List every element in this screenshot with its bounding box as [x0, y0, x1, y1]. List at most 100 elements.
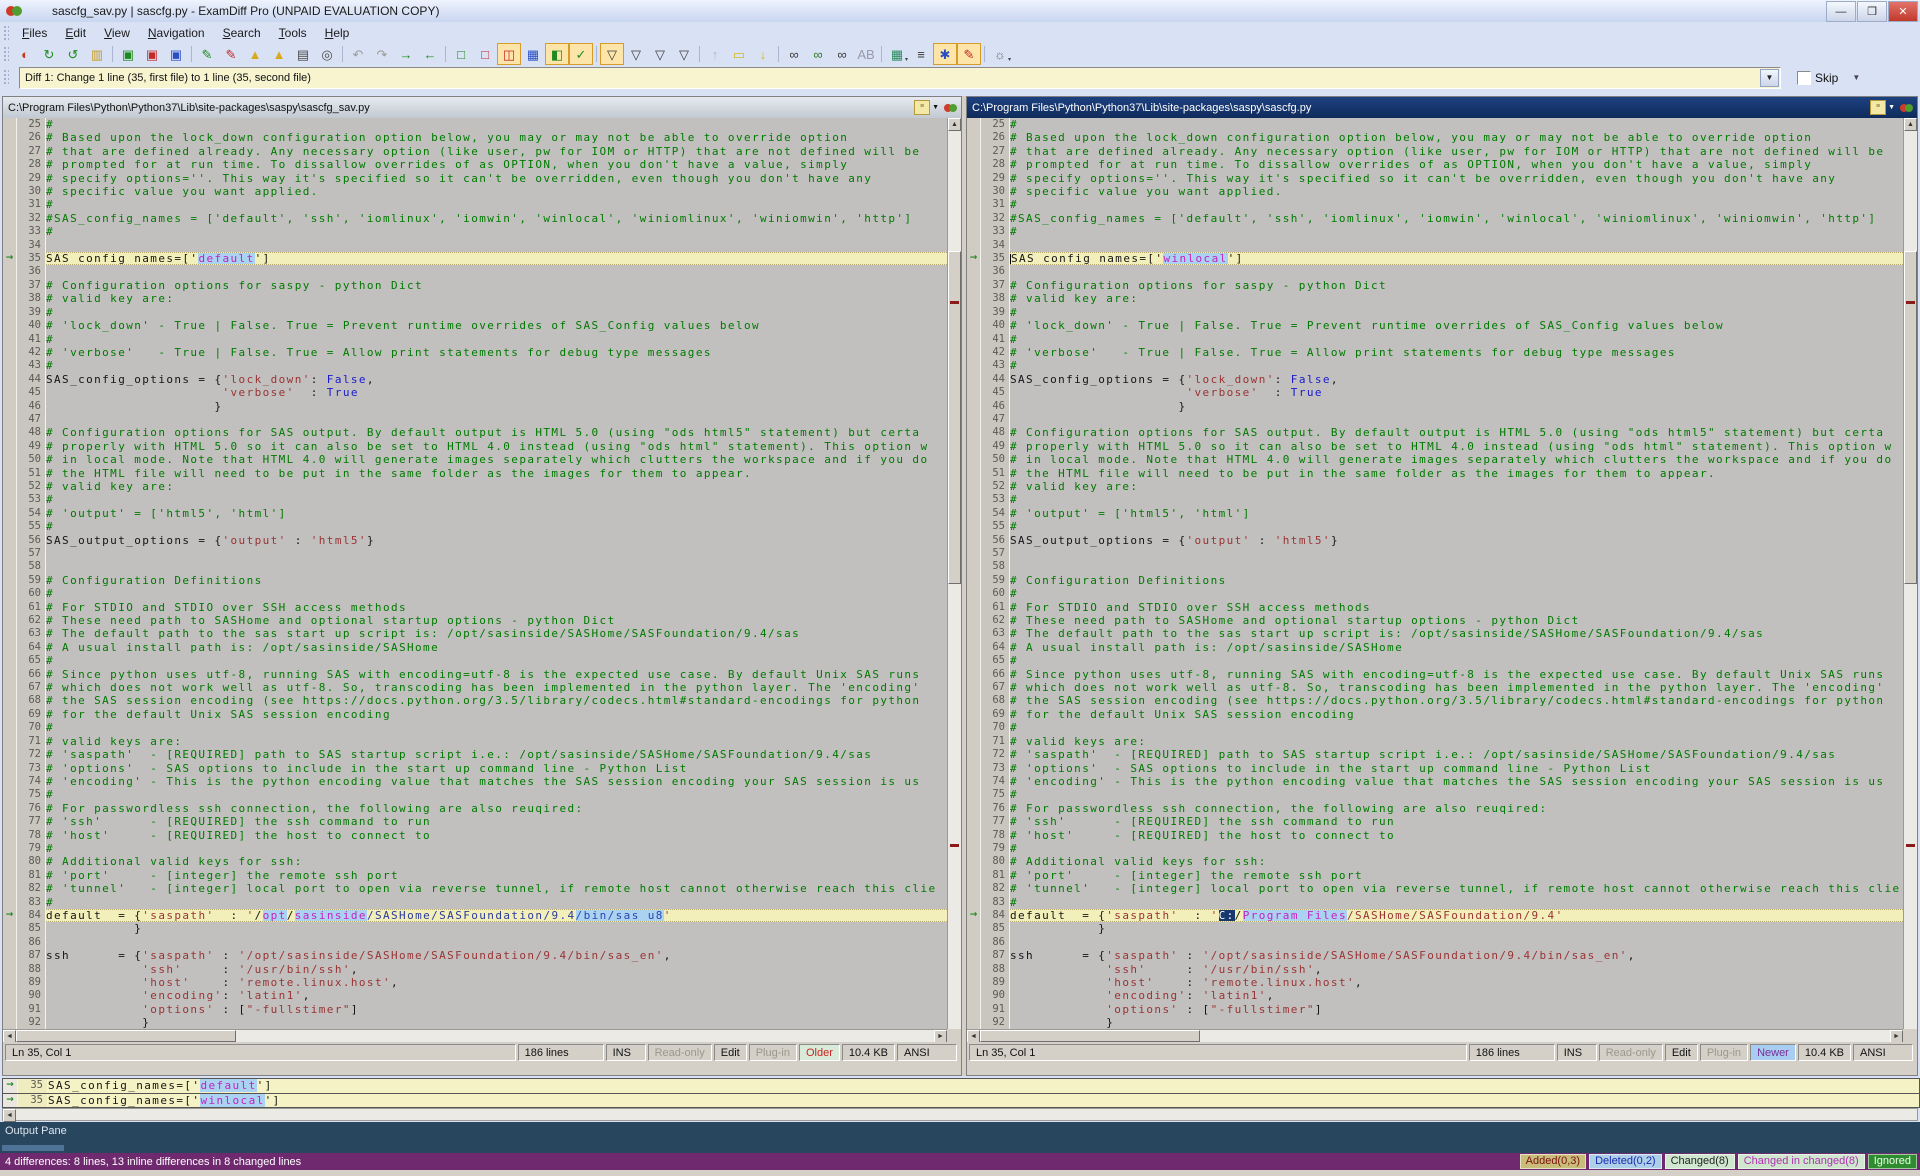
- whitespace-options-icon[interactable]: ≡: [909, 43, 933, 65]
- show-grid-icon[interactable]: ▦: [521, 43, 545, 65]
- code-line-28: 28# prompted for at run time. To dissall…: [967, 158, 1903, 171]
- line-number: 55: [981, 520, 1010, 533]
- line-text: # 'options' - SAS options to include in …: [1010, 762, 1903, 775]
- undo-icon[interactable]: ↶: [346, 43, 370, 65]
- minimize-button[interactable]: —: [1826, 1, 1856, 22]
- code-line-73: 73# 'options' - SAS options to include i…: [967, 762, 1903, 775]
- gutter: [3, 560, 17, 573]
- edit-second-icon[interactable]: ✎: [219, 43, 243, 65]
- plugins-icon[interactable]: ✱: [933, 43, 957, 65]
- current-diff-row-first[interactable]: →35SAS_config_names=['default']: [3, 1079, 1919, 1094]
- line-number: 29: [17, 172, 46, 185]
- first-file-hscroll-thumb[interactable]: [16, 1030, 236, 1042]
- menu-search[interactable]: Search: [214, 24, 270, 42]
- recompare-icon[interactable]: ↻: [37, 43, 61, 65]
- diff-combobox[interactable]: Diff 1: Change 1 line (35, first file) t…: [19, 67, 1781, 89]
- filter-added-icon[interactable]: ▽: [624, 43, 648, 65]
- print-icon[interactable]: ▤: [291, 43, 315, 65]
- save-first-icon[interactable]: ▣: [116, 43, 140, 65]
- line-number: 50: [981, 453, 1010, 466]
- gutter: [967, 359, 981, 372]
- code-line-67: 67# which does not work well as utf-8. S…: [967, 681, 1903, 694]
- first-file-vscrollbar[interactable]: ▲ ▼: [947, 118, 961, 1044]
- second-file-header[interactable]: C:\Program Files\Python\Python37\Lib\sit…: [967, 97, 1917, 118]
- find-in-files-icon[interactable]: ∞: [830, 43, 854, 65]
- scroll-up-icon[interactable]: ▲: [948, 118, 961, 131]
- gutter: [3, 145, 17, 158]
- menu-grip[interactable]: [3, 25, 9, 40]
- first-file-header[interactable]: C:\Program Files\Python\Python37\Lib\sit…: [3, 97, 961, 118]
- menu-edit[interactable]: Edit: [56, 24, 95, 42]
- sync-scroll-icon[interactable]: ◧: [545, 43, 569, 65]
- goto-first-char-icon[interactable]: ▲: [243, 43, 267, 65]
- next-difference-icon[interactable]: →: [394, 43, 418, 65]
- save-second-icon[interactable]: ▣: [140, 43, 164, 65]
- goto-second-char-icon[interactable]: ▲: [267, 43, 291, 65]
- gutter: [3, 212, 17, 225]
- gutter: [3, 601, 17, 614]
- redo-icon[interactable]: ↷: [370, 43, 394, 65]
- diffbar-grip[interactable]: [3, 69, 9, 87]
- code-line-42: 42# 'verbose' - True | False. True = All…: [967, 346, 1903, 359]
- line-number: 44: [17, 373, 46, 386]
- code-line-26: 26# Based upon the lock_down configurati…: [3, 131, 947, 144]
- open-folder-icon[interactable]: ▥: [85, 43, 109, 65]
- current-difference-scrollbar[interactable]: ◄: [2, 1108, 1918, 1121]
- next-comment-icon[interactable]: ↓: [751, 43, 775, 65]
- report-icon[interactable]: ▦▾: [885, 43, 909, 65]
- menu-tools[interactable]: Tools: [270, 24, 316, 42]
- chevron-down-icon[interactable]: ▼: [932, 104, 939, 111]
- second-file-hscroll-thumb[interactable]: [980, 1030, 1200, 1042]
- toolbar-overflow-icon[interactable]: ▼: [1852, 73, 1860, 82]
- show-changed-icon[interactable]: ◫: [497, 43, 521, 65]
- edit-first-icon[interactable]: ✎: [195, 43, 219, 65]
- recompare-swapped-icon[interactable]: ↺: [61, 43, 85, 65]
- output-pane-tab[interactable]: [2, 1145, 64, 1151]
- skip-checkbox[interactable]: [1797, 71, 1811, 85]
- diff-combobox-dropdown-icon[interactable]: ▼: [1760, 69, 1779, 87]
- toolbar-grip[interactable]: [3, 46, 9, 61]
- menu-help[interactable]: Help: [316, 24, 359, 42]
- current-diff-row-second[interactable]: →35SAS_config_names=['winlocal']: [3, 1094, 1919, 1108]
- scroll-up-icon[interactable]: ▲: [1904, 118, 1917, 131]
- line-text: # valid key are:: [1010, 292, 1903, 305]
- find-icon[interactable]: ∞: [782, 43, 806, 65]
- first-file-code-area[interactable]: 25#26# Based upon the lock_down configur…: [3, 118, 947, 1044]
- close-button[interactable]: ✕: [1888, 1, 1918, 22]
- show-identical-icon[interactable]: □: [449, 43, 473, 65]
- find-next-icon[interactable]: ∞: [806, 43, 830, 65]
- menu-navigation[interactable]: Navigation: [139, 24, 214, 42]
- print-preview-icon[interactable]: ◎: [315, 43, 339, 65]
- line-text: #: [1010, 721, 1903, 734]
- upload-diff-icon[interactable]: ↑: [703, 43, 727, 65]
- open-compare-icon[interactable]: ◐: [13, 43, 37, 65]
- second-file-code-area[interactable]: 25#26# Based upon the lock_down configur…: [967, 118, 1903, 1044]
- maximize-button[interactable]: ❒: [1857, 1, 1887, 22]
- second-file-hscrollbar[interactable]: ◄ ►: [967, 1029, 1903, 1042]
- match-case-icon[interactable]: AB: [854, 43, 878, 65]
- file-size: 10.4 KB: [1798, 1044, 1851, 1061]
- add-comment-icon[interactable]: ▭: [727, 43, 751, 65]
- skip-option[interactable]: Skip: [1797, 71, 1838, 85]
- show-deleted-icon[interactable]: □: [473, 43, 497, 65]
- menu-files[interactable]: Files: [13, 24, 56, 42]
- compare-app-icon[interactable]: [1900, 102, 1913, 114]
- filter-changed-icon[interactable]: ▽: [672, 43, 696, 65]
- prev-difference-icon[interactable]: ←: [418, 43, 442, 65]
- menu-view[interactable]: View: [95, 24, 139, 42]
- first-file-hscrollbar[interactable]: ◄ ►: [3, 1029, 947, 1042]
- second-file-vscrollbar[interactable]: ▲ ▼: [1903, 118, 1917, 1044]
- chevron-down-icon[interactable]: ▼: [1888, 104, 1895, 111]
- copy-icon[interactable]: ≡: [914, 100, 930, 115]
- scroll-left-icon[interactable]: ◄: [3, 1109, 16, 1122]
- filter-deleted-icon[interactable]: ▽: [648, 43, 672, 65]
- editor-options-icon[interactable]: ✎: [957, 43, 981, 65]
- inline-diffs-icon[interactable]: ✓: [569, 43, 593, 65]
- line-number: 86: [981, 936, 1010, 949]
- copy-icon[interactable]: ≡: [1870, 100, 1886, 115]
- line-number: 89: [17, 976, 46, 989]
- save-both-icon[interactable]: ▣: [164, 43, 188, 65]
- compare-app-icon[interactable]: [944, 102, 957, 114]
- filter-all-icon[interactable]: ▽: [600, 43, 624, 65]
- settings-icon[interactable]: ☼▾: [988, 43, 1012, 65]
